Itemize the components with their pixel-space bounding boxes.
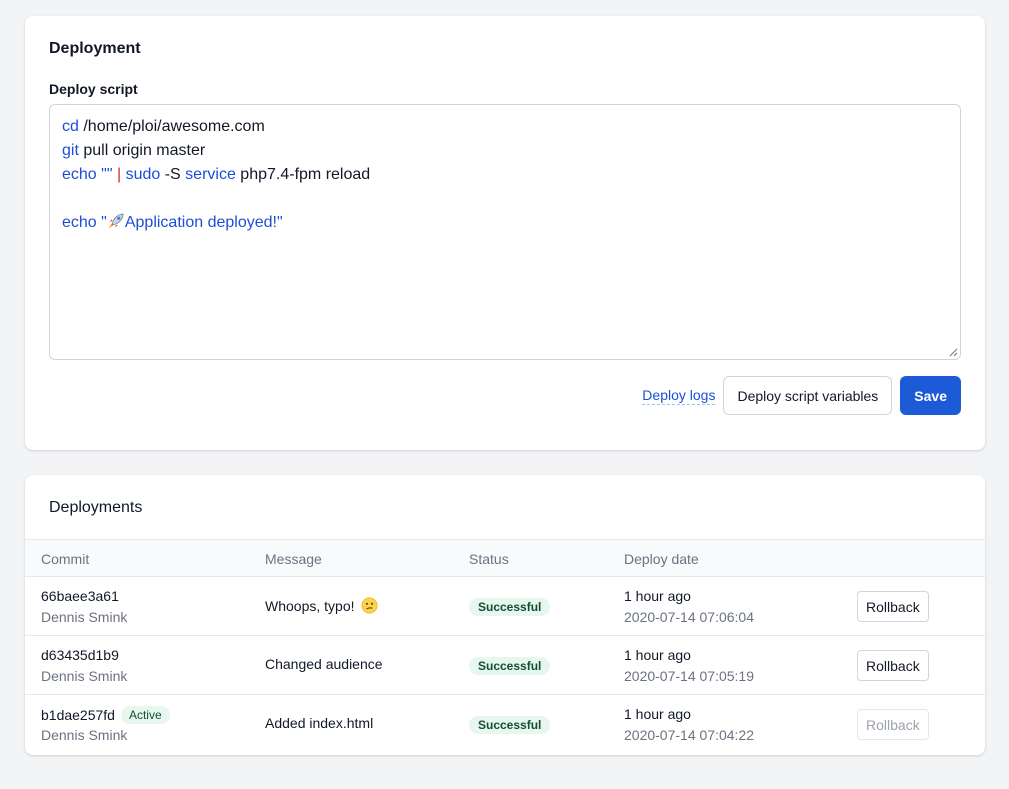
confused-face-icon: [361, 597, 377, 614]
resize-grip-icon[interactable]: [948, 347, 958, 357]
commit-author: Dennis Smink: [41, 609, 128, 625]
status-badge: Successful: [469, 598, 551, 616]
rollback-button: Rollback: [857, 709, 929, 740]
commit-author: Dennis Smink: [41, 727, 128, 743]
script-token: Application deployed!": [124, 214, 283, 231]
script-token: php7.4-fpm reload: [235, 166, 371, 183]
script-token: -S: [160, 166, 186, 183]
script-line: echo " Application deployed!": [62, 211, 948, 235]
script-line: cd /home/ploi/awesome.com: [62, 115, 948, 139]
deployments-title: Deployments: [49, 499, 143, 516]
table-row: d63435d1b9 Dennis Smink Changed audience Su…: [25, 636, 985, 695]
script-token: "": [101, 166, 113, 183]
script-token: echo: [62, 214, 97, 231]
status-cell: Successful: [469, 716, 551, 734]
message-cell: Added index.html: [265, 715, 373, 731]
deploy-datetime: 2020-07-14 07:06:04: [624, 609, 754, 625]
table-header: Commit Message Status Deploy date: [25, 539, 985, 577]
rocket-icon: [108, 213, 124, 229]
deploy-script-label: Deploy script: [49, 81, 138, 97]
message-cell: Whoops, typo!: [265, 597, 378, 614]
deploy-actions: Deploy logs Deploy script variables Save: [642, 376, 961, 415]
script-token: git: [62, 142, 79, 159]
table-body: 66baee3a61 Dennis Smink Whoops, typo! Succe…: [25, 577, 985, 754]
deploy-relative-time: 1 hour ago: [624, 647, 691, 663]
deployment-title: Deployment: [49, 40, 141, 57]
deploy-datetime: 2020-07-14 07:05:19: [624, 668, 754, 684]
script-line: echo "" | sudo -S service php7.4-fpm rel…: [62, 163, 948, 187]
script-line: [62, 187, 948, 211]
commit-message: Added index.html: [265, 715, 374, 731]
save-button[interactable]: Save: [900, 376, 961, 415]
action-cell: Rollback: [857, 591, 929, 622]
action-cell: Rollback: [857, 650, 929, 681]
commit-cell: b1dae257fd Active: [41, 706, 170, 724]
column-header-status: Status: [469, 551, 509, 567]
commit-hash: 66baee3a61: [41, 588, 119, 604]
column-header-deploy-date: Deploy date: [624, 551, 699, 567]
deployment-card: Deployment Deploy script cd /home/ploi/a…: [25, 16, 985, 450]
column-header-commit: Commit: [41, 551, 90, 567]
commit-hash: d63435d1b9: [41, 647, 119, 663]
deploy-datetime: 2020-07-14 07:04:22: [624, 727, 754, 743]
deploy-relative-time: 1 hour ago: [624, 588, 691, 604]
deployments-card: Deployments Commit Message Status Deploy…: [25, 475, 985, 755]
status-cell: Successful: [469, 657, 551, 675]
commit-message: Whoops, typo!: [265, 597, 355, 614]
script-token: service: [185, 166, 236, 183]
deploy-script-editor[interactable]: cd /home/ploi/awesome.com git pull origin…: [49, 104, 961, 360]
action-cell: Rollback: [857, 709, 929, 740]
deploy-logs-link[interactable]: Deploy logs: [642, 387, 716, 405]
script-token: cd: [62, 118, 79, 135]
message-cell: Changed audience: [265, 656, 383, 672]
script-token: sudo: [125, 166, 161, 183]
table-row: b1dae257fd Active Dennis Smink Added index.…: [25, 695, 985, 754]
active-badge: Active: [120, 706, 170, 724]
script-token: /home/ploi/awesome.com: [78, 118, 265, 135]
rollback-button[interactable]: Rollback: [857, 591, 929, 622]
deployments-table: Commit Message Status Deploy date 66baee…: [25, 539, 985, 754]
column-header-message: Message: [265, 551, 322, 567]
script-line: git pull origin master: [62, 139, 948, 163]
commit-cell: 66baee3a61: [41, 588, 119, 604]
commit-cell: d63435d1b9: [41, 647, 119, 663]
rollback-button[interactable]: Rollback: [857, 650, 929, 681]
script-token: pull origin master: [78, 142, 206, 159]
commit-hash: b1dae257fd: [41, 707, 115, 723]
script-token: echo: [62, 166, 97, 183]
table-row: 66baee3a61 Dennis Smink Whoops, typo! Succe…: [25, 577, 985, 636]
status-badge: Successful: [469, 657, 551, 675]
deploy-relative-time: 1 hour ago: [624, 706, 691, 722]
status-cell: Successful: [469, 598, 551, 616]
commit-author: Dennis Smink: [41, 668, 128, 684]
status-badge: Successful: [469, 716, 551, 734]
deploy-script-variables-button[interactable]: Deploy script variables: [723, 376, 893, 415]
commit-message: Changed audience: [265, 656, 383, 672]
